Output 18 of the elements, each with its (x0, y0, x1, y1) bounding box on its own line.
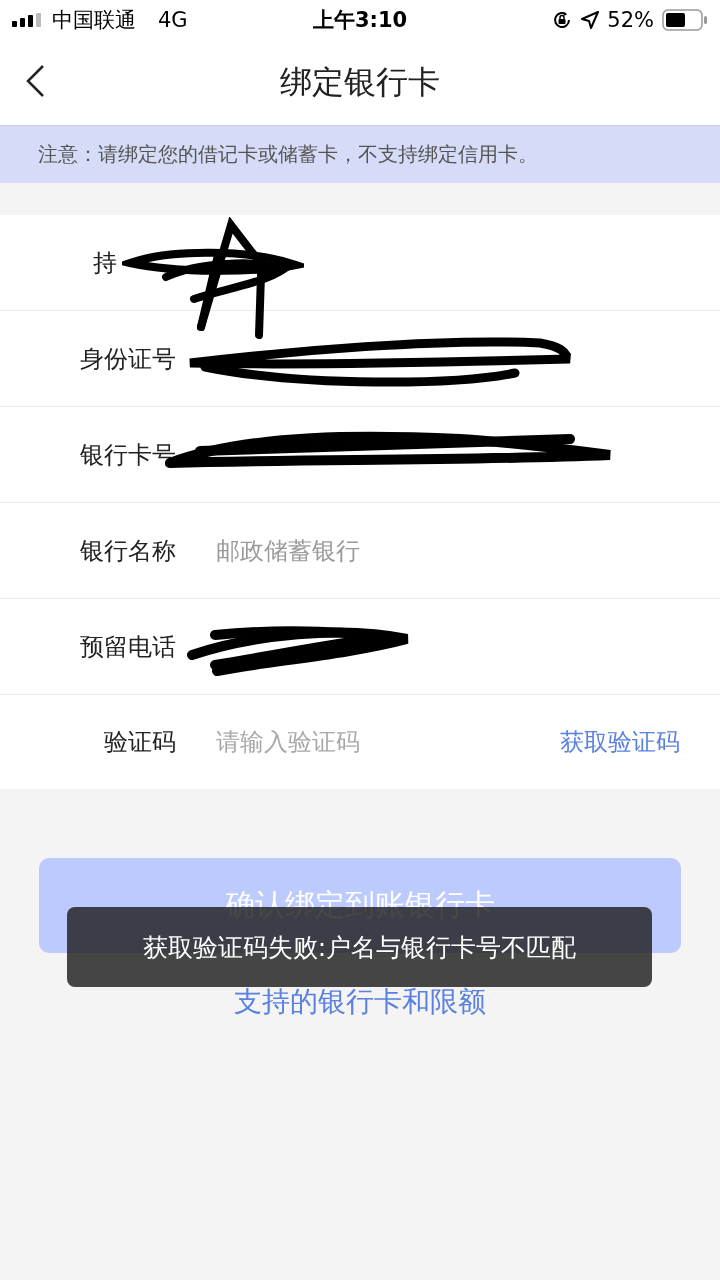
signal-icon (12, 13, 44, 27)
get-code-link[interactable]: 获取验证码 (560, 726, 680, 758)
field-label: 银行名称 (79, 535, 176, 567)
field-label: 身份证号 (79, 343, 176, 375)
notice-banner: 注意：请绑定您的借记卡或储蓄卡，不支持绑定信用卡。 (0, 125, 720, 183)
network-type: 4G (158, 8, 188, 32)
page-title: 绑定银行卡 (280, 61, 440, 103)
battery-percent: 52% (607, 8, 654, 32)
clock: 上午3:10 (312, 7, 408, 34)
location-arrow-icon (581, 11, 600, 29)
field-value: 邮政储蓄银行 (216, 535, 360, 567)
field-label: 预留电话 (79, 631, 176, 663)
error-toast: 获取验证码失败:户名与银行卡号不匹配 (67, 907, 652, 987)
carrier-name: 中国联通 (52, 7, 136, 34)
battery-icon (662, 9, 708, 31)
code-input[interactable]: 请输入验证码 (216, 728, 560, 756)
field-label: 持 (93, 247, 117, 279)
field-label: 验证码 (103, 727, 176, 758)
